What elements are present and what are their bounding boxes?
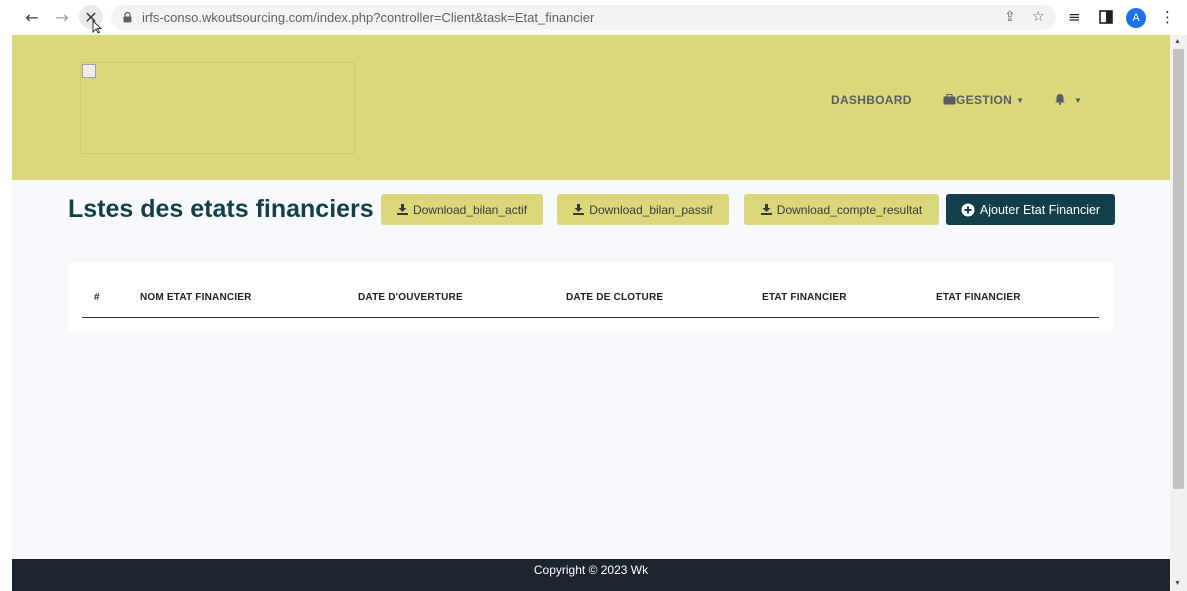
notifications-dropdown[interactable]: ▼ <box>1054 93 1082 107</box>
browser-toolbar: ← → ✕ irfs-conso.wkoutsourcing.com/index… <box>0 0 1187 35</box>
broken-image-icon <box>82 64 96 78</box>
mouse-cursor-icon <box>92 20 102 34</box>
download-bilan-actif-label: Download_bilan_actif <box>412 202 528 217</box>
download-bilan-passif-button[interactable]: Download_bilan_passif <box>557 194 729 225</box>
column-header-index: # <box>94 292 100 303</box>
chevron-down-icon: ▼ <box>1016 96 1025 106</box>
scrollbar-thumb[interactable] <box>1173 49 1184 489</box>
briefcase-icon <box>943 94 956 105</box>
nav-dashboard-link[interactable]: DASHBOARD <box>831 93 912 107</box>
lock-icon <box>123 12 132 23</box>
column-header-date-cloture: DATE DE CLOTURE <box>566 292 664 303</box>
table-header-divider <box>82 317 1099 318</box>
download-icon <box>573 204 585 215</box>
url-text[interactable]: irfs-conso.wkoutsourcing.com/index.php?c… <box>142 10 594 25</box>
download-bilan-passif-label: Download_bilan_passif <box>589 202 713 217</box>
download-compte-resultat-label: Download_compte_resultat <box>776 202 923 217</box>
download-icon <box>760 204 772 215</box>
forward-arrow-icon[interactable]: → <box>50 5 74 29</box>
download-icon <box>396 204 408 215</box>
page-scrollbar[interactable]: ▲ ▼ <box>1170 35 1187 591</box>
window-edge <box>0 35 12 591</box>
logo[interactable] <box>80 62 355 154</box>
star-icon[interactable]: ☆ <box>1032 9 1045 25</box>
column-header-etat-financier-2: ETAT FINANCIER <box>936 292 1021 303</box>
plus-circle-icon <box>961 203 975 216</box>
nav-gestion-dropdown[interactable]: GESTION ▼ <box>943 93 1024 107</box>
chevron-down-icon: ▼ <box>1074 96 1083 106</box>
download-compte-resultat-button[interactable]: Download_compte_resultat <box>744 194 939 225</box>
page-title: Lstes des etats financiers <box>68 195 374 223</box>
top-header: DASHBOARD GESTION ▼ ▼ <box>12 35 1170 180</box>
add-etat-financier-label: Ajouter Etat Financier <box>979 202 1101 217</box>
address-bar[interactable]: irfs-conso.wkoutsourcing.com/index.php?c… <box>111 5 1056 30</box>
scroll-down-arrow-icon[interactable]: ▼ <box>1174 580 1181 587</box>
back-arrow-icon[interactable]: ← <box>20 5 44 29</box>
footer: Copyright © 2023 Wk <box>12 559 1170 591</box>
menu-kebab-icon[interactable]: ⋮ <box>1160 7 1175 27</box>
scroll-up-arrow-icon[interactable]: ▲ <box>1174 38 1181 45</box>
page-viewport: DASHBOARD GESTION ▼ ▼ Lstes des etats fin… <box>12 35 1170 591</box>
add-etat-financier-button[interactable]: Ajouter Etat Financier <box>946 194 1115 225</box>
column-header-nom: NOM ETAT FINANCIER <box>140 292 252 303</box>
etats-table-card: # NOM ETAT FINANCIER DATE D'OUVERTURE DA… <box>68 262 1114 332</box>
bell-icon <box>1055 94 1065 105</box>
column-header-date-ouverture: DATE D'OUVERTURE <box>358 292 463 303</box>
download-bilan-actif-button[interactable]: Download_bilan_actif <box>381 194 543 225</box>
reading-list-icon[interactable]: ≡ <box>1068 7 1081 27</box>
profile-avatar[interactable]: A <box>1126 8 1146 28</box>
side-panel-icon[interactable] <box>1099 10 1113 24</box>
nav-gestion-label: GESTION <box>956 93 1013 107</box>
column-header-etat-financier: ETAT FINANCIER <box>762 292 847 303</box>
copyright-text: Copyright © 2023 Wk <box>533 563 649 577</box>
share-icon[interactable]: ⇪ <box>1004 9 1016 25</box>
